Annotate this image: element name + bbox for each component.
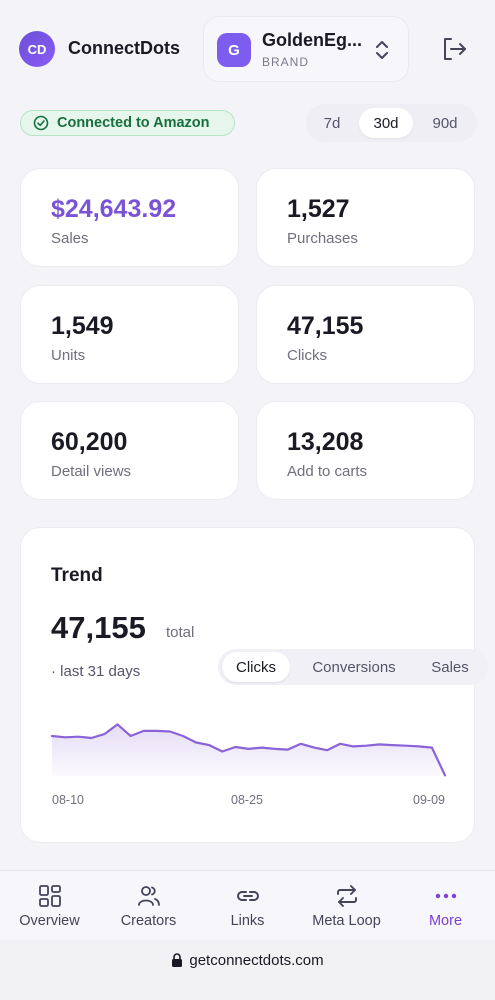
trend-card: Trend 47,155 total · last 31 days Clicks… (20, 527, 488, 843)
range-tab-7d[interactable]: 7d (312, 108, 352, 138)
metric-label: Detail views (51, 463, 132, 480)
more-dots-icon (435, 893, 456, 899)
tab-sales[interactable]: Sales (418, 652, 482, 682)
logout-icon[interactable] (441, 36, 469, 62)
grid-icon (38, 885, 61, 907)
metric-value: 47,155 (287, 312, 364, 340)
date-range-selector: 7d 30d 90d (306, 104, 477, 142)
trend-chart: 08-10 08-25 09-09 (50, 723, 447, 807)
lock-icon (172, 953, 183, 967)
app-header: CD ConnectDots G GoldenEg... BRAND (0, 0, 495, 96)
nav-item-overview[interactable]: Overview (0, 871, 99, 941)
trend-period: · last 31 days (51, 663, 141, 680)
metric-value: 13,208 (287, 428, 364, 456)
metric-card-add-to-carts: 13,208 Add to carts (256, 401, 475, 500)
nav-item-links[interactable]: Links (198, 871, 297, 941)
repeat-icon (336, 885, 357, 907)
metric-card-sales: $24,643.92 Sales (20, 168, 239, 267)
metric-label: Purchases (287, 230, 358, 247)
trend-metric-tabs: Clicks Conversions Sales (218, 649, 488, 685)
connection-status-badge: Connected to Amazon (20, 110, 235, 136)
metric-value: $24,643.92 (51, 195, 177, 223)
range-tab-90d[interactable]: 90d (421, 108, 469, 138)
metric-card-units: 1,549 Units (20, 285, 239, 384)
metric-label: Sales (51, 230, 89, 247)
metric-card-purchases: 1,527 Purchases (256, 168, 475, 267)
app-name: ConnectDots (68, 38, 180, 58)
x-tick-label: 08-25 (231, 793, 263, 807)
connection-status-label: Connected to Amazon (57, 115, 210, 131)
metric-label: Clicks (287, 347, 327, 364)
trend-title: Trend (51, 565, 103, 586)
x-tick-label: 08-10 (52, 793, 84, 807)
metric-card-clicks: 47,155 Clicks (256, 285, 475, 384)
account-name: GoldenEg... (262, 30, 363, 50)
chevron-up-down-icon (376, 41, 388, 59)
x-tick-label: 09-09 (413, 793, 445, 807)
metric-value: 1,527 (287, 195, 350, 223)
tab-clicks[interactable]: Clicks (222, 652, 290, 682)
check-circle-icon (33, 115, 49, 131)
bottom-nav: Overview Creators Links Meta Loop More (0, 870, 495, 940)
logo-avatar: CD (19, 31, 55, 67)
nav-item-creators[interactable]: Creators (99, 871, 198, 941)
metric-card-detail-views: 60,200 Detail views (20, 401, 239, 500)
nav-label: Overview (19, 913, 80, 929)
tab-conversions[interactable]: Conversions (298, 652, 410, 682)
nav-item-more[interactable]: More (396, 871, 495, 941)
browser-url-bar[interactable]: getconnectdots.com (0, 940, 495, 1000)
chart-area-fill (52, 724, 445, 776)
trend-total-suffix: total (166, 624, 195, 641)
range-tab-30d[interactable]: 30d (359, 108, 413, 138)
metric-label: Units (51, 347, 86, 364)
url-text: getconnectdots.com (189, 952, 324, 969)
metric-value: 1,549 (51, 312, 114, 340)
trend-total-value: 47,155 (51, 610, 146, 645)
nav-item-meta-loop[interactable]: Meta Loop (297, 871, 396, 941)
account-type: BRAND (262, 55, 310, 69)
nav-label: Meta Loop (312, 913, 381, 929)
nav-label: More (428, 913, 463, 929)
nav-label: Links (230, 913, 265, 929)
metric-label: Add to carts (287, 463, 368, 480)
link-icon (236, 891, 259, 901)
account-switcher[interactable]: G GoldenEg... BRAND (203, 16, 409, 82)
metric-value: 60,200 (51, 428, 128, 456)
users-icon (137, 886, 160, 906)
account-avatar: G (217, 33, 251, 67)
nav-label: Creators (120, 913, 177, 929)
